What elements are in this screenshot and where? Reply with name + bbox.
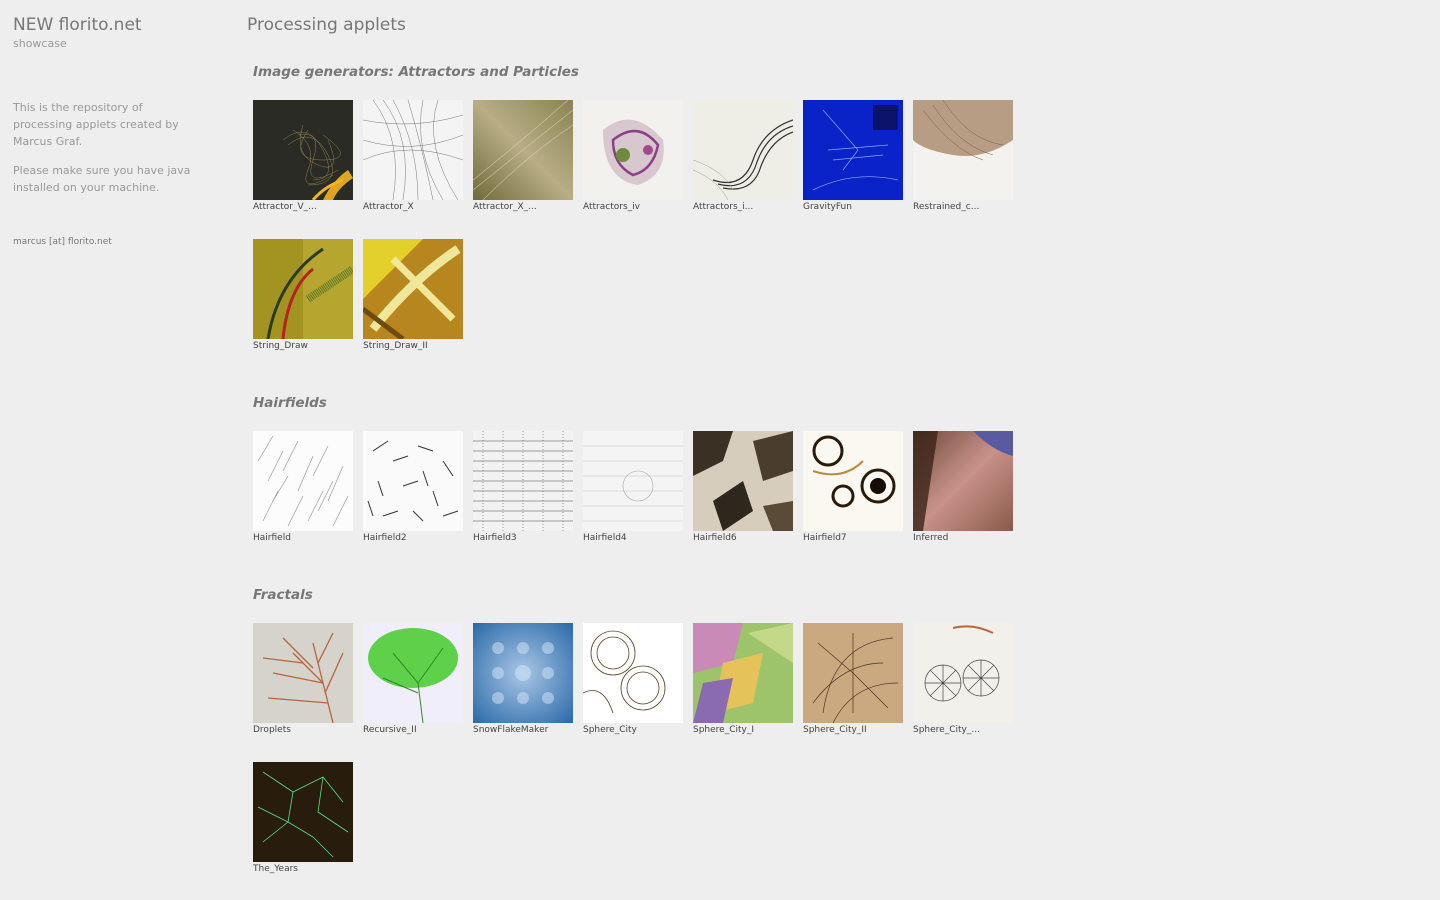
applet-thumbnail[interactable] (693, 100, 793, 200)
applet-thumbnail[interactable] (363, 239, 463, 339)
applet-label[interactable]: Attractor_X (363, 202, 463, 213)
applet-thumbnail[interactable] (363, 431, 463, 531)
applet-label[interactable]: Hairfield4 (583, 533, 683, 544)
applet-label[interactable]: Sphere_City (583, 725, 683, 736)
applet-thumbnail[interactable] (693, 623, 793, 723)
applet-label[interactable]: Hairfield (253, 533, 353, 544)
applet-thumbnail[interactable] (583, 431, 683, 531)
applet-tile[interactable]: Attractors_iv (583, 100, 683, 213)
applet-thumbnail[interactable] (253, 623, 353, 723)
applet-tile[interactable]: Hairfield7 (803, 431, 903, 544)
applet-label[interactable]: Attractor_V_... (253, 202, 353, 213)
applet-grid: Hairfield Hairfield2 Hairfield3 Hairfiel… (253, 431, 1047, 544)
applet-tile[interactable]: Attractor_X_... (473, 100, 573, 213)
applet-tile[interactable]: Attractors_i... (693, 100, 793, 213)
applet-tile[interactable]: Inferred (913, 431, 1013, 544)
applet-label[interactable]: Hairfield7 (803, 533, 903, 544)
applet-label[interactable]: Attractor_X_... (473, 202, 573, 213)
applet-thumbnail[interactable] (913, 100, 1013, 200)
applet-tile[interactable]: Attractor_X (363, 100, 463, 213)
applet-label[interactable]: The_Years (253, 864, 353, 875)
applet-thumbnail[interactable] (913, 431, 1013, 531)
applet-thumbnail[interactable] (583, 100, 683, 200)
applet-label[interactable]: String_Draw_II (363, 341, 463, 352)
applet-tile[interactable]: GravityFun (803, 100, 903, 213)
applet-label[interactable]: GravityFun (803, 202, 903, 213)
applet-label[interactable]: Hairfield2 (363, 533, 463, 544)
section-hairfields: Hairfields Hairfield Hairfield2 Hairfiel… (247, 394, 1047, 544)
applet-tile[interactable]: Droplets (253, 623, 353, 736)
applet-thumbnail[interactable] (473, 431, 573, 531)
sidebar: NEW florito.net showcase This is the rep… (13, 14, 193, 248)
applet-tile[interactable]: Hairfield6 (693, 431, 793, 544)
applet-tile[interactable]: Sphere_City (583, 623, 683, 736)
applet-tile[interactable]: String_Draw_II (363, 239, 463, 352)
applet-thumbnail[interactable] (803, 431, 903, 531)
applet-thumbnail[interactable] (583, 623, 683, 723)
applet-thumbnail[interactable] (693, 431, 793, 531)
applet-thumbnail[interactable] (473, 100, 573, 200)
applet-label[interactable]: SnowFlakeMaker (473, 725, 573, 736)
applet-label[interactable]: Sphere_City_I (693, 725, 793, 736)
section-title: Fractals (253, 587, 313, 603)
applet-thumbnail[interactable] (253, 100, 353, 200)
applet-label[interactable]: Recursive_II (363, 725, 463, 736)
applet-tile[interactable]: Restrained_c... (913, 100, 1013, 213)
applet-grid: Droplets Recursive_II SnowFlakeMaker Sph… (253, 623, 1047, 875)
site-title[interactable]: NEW florito.net (13, 14, 193, 36)
applet-tile[interactable]: Sphere_City_... (913, 623, 1013, 736)
applet-label[interactable]: Restrained_c... (913, 202, 1013, 213)
section-fractals: Fractals Droplets Recursive_II SnowFlake… (247, 586, 1047, 875)
site-subtitle: showcase (13, 37, 67, 50)
applet-tile[interactable]: Recursive_II (363, 623, 463, 736)
section-attractors: Image generators: Attractors and Particl… (247, 63, 1047, 352)
java-note: Please make sure you have java installed… (13, 164, 191, 194)
page-title: Processing applets (247, 15, 406, 35)
applet-tile[interactable]: Hairfield (253, 431, 353, 544)
applet-label[interactable]: Sphere_City_II (803, 725, 903, 736)
applet-tile[interactable]: SnowFlakeMaker (473, 623, 573, 736)
applet-tile[interactable]: Hairfield3 (473, 431, 573, 544)
applet-thumbnail[interactable] (913, 623, 1013, 723)
contact-email[interactable]: marcus [at] florito.net (13, 236, 193, 248)
applet-tile[interactable]: Hairfield4 (583, 431, 683, 544)
applet-thumbnail[interactable] (253, 239, 353, 339)
applet-thumbnail[interactable] (253, 431, 353, 531)
applet-label[interactable]: Sphere_City_... (913, 725, 1013, 736)
main-content: Processing applets Image generators: Att… (247, 14, 1047, 875)
applet-thumbnail[interactable] (253, 762, 353, 862)
applet-thumbnail[interactable] (803, 100, 903, 200)
applet-thumbnail[interactable] (803, 623, 903, 723)
applet-tile[interactable]: Sphere_City_II (803, 623, 903, 736)
site-description: This is the repository of processing app… (13, 101, 179, 148)
section-title: Image generators: Attractors and Particl… (253, 64, 579, 80)
applet-grid: Attractor_V_... Attractor_X Attractor_X_… (253, 100, 1047, 352)
applet-tile[interactable]: String_Draw (253, 239, 353, 352)
applet-tile[interactable]: Sphere_City_I (693, 623, 793, 736)
applet-thumbnail[interactable] (473, 623, 573, 723)
applet-thumbnail[interactable] (363, 100, 463, 200)
applet-tile[interactable]: Attractor_V_... (253, 100, 353, 213)
applet-label[interactable]: Droplets (253, 725, 353, 736)
applet-tile[interactable]: Hairfield2 (363, 431, 463, 544)
applet-thumbnail[interactable] (363, 623, 463, 723)
applet-label[interactable]: Hairfield3 (473, 533, 573, 544)
applet-label[interactable]: Attractors_i... (693, 202, 793, 213)
applet-tile[interactable]: The_Years (253, 762, 353, 875)
section-title: Hairfields (253, 395, 327, 411)
applet-label[interactable]: Attractors_iv (583, 202, 683, 213)
applet-label[interactable]: Hairfield6 (693, 533, 793, 544)
applet-label[interactable]: Inferred (913, 533, 1013, 544)
applet-label[interactable]: String_Draw (253, 341, 353, 352)
